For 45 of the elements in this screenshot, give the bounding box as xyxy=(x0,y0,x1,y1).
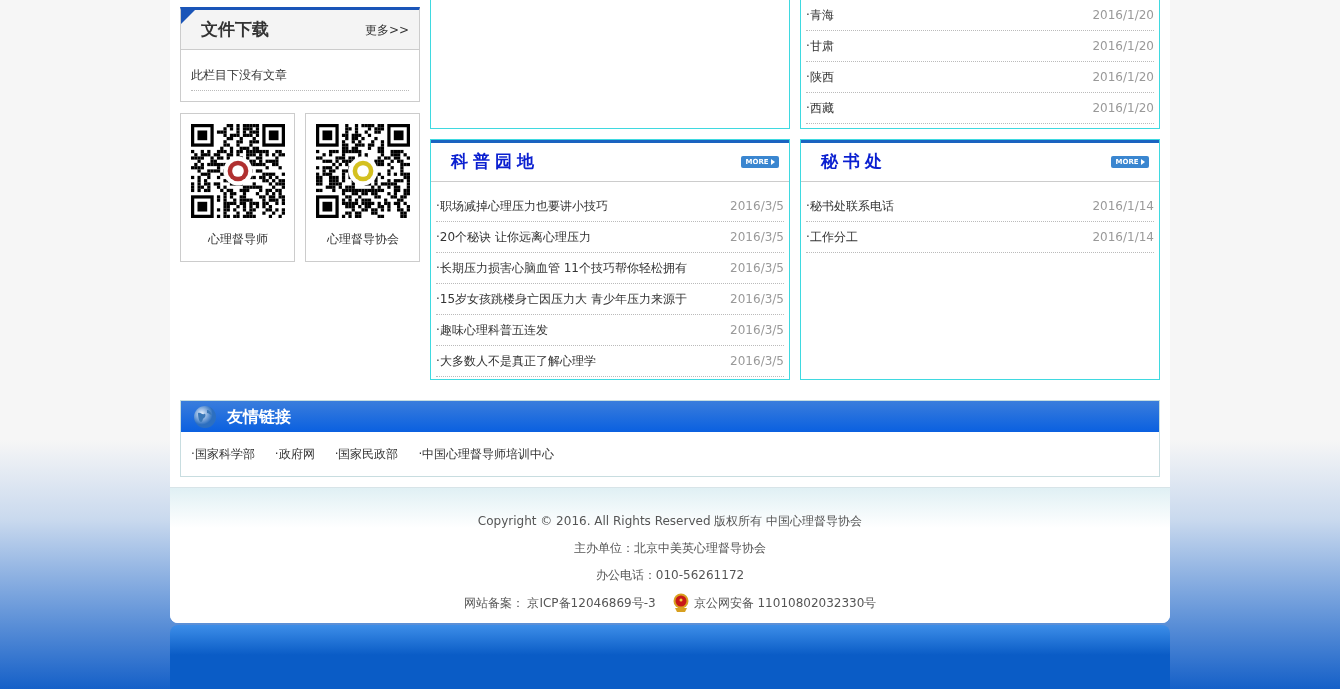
article-link[interactable]: ·甘肃 xyxy=(806,37,834,55)
article-link[interactable]: ·西藏 xyxy=(806,99,834,117)
police-record-text: 京公网安备 11010802032330号 xyxy=(693,595,877,612)
panel-title: 科普园地 xyxy=(451,150,539,174)
article-date: 2016/1/20 xyxy=(1092,38,1154,55)
article-link[interactable]: ·20个秘诀 让你远离心理压力 xyxy=(436,228,591,246)
friend-link[interactable]: ·国家科学部 xyxy=(191,445,255,463)
article-link[interactable]: ·青海 xyxy=(806,6,834,24)
phone-text: 办公电话：010-56261172 xyxy=(595,567,745,584)
sponsor-text: 主办单位：北京中美英心理督导协会 xyxy=(574,540,766,557)
article-link[interactable]: ·工作分工 xyxy=(806,228,858,246)
article-date: 2016/3/5 xyxy=(730,198,784,215)
icp-record-text: 网站备案： 京ICP备12046869号-3 xyxy=(463,595,656,612)
triangle-icon xyxy=(1141,159,1145,166)
friend-link[interactable]: ·国家民政部 xyxy=(334,445,399,463)
article-date: 2016/3/5 xyxy=(730,260,784,277)
empty-message: 此栏目下没有文章 xyxy=(191,66,409,91)
article-link[interactable]: ·职场减掉心理压力也要讲小技巧 xyxy=(436,197,608,215)
panel-title: 秘书处 xyxy=(821,150,887,174)
article-date: 2016/1/14 xyxy=(1092,198,1154,215)
article-link[interactable]: ·陕西 xyxy=(806,68,834,86)
article-date: 2016/1/14 xyxy=(1092,229,1154,246)
friend-link[interactable]: ·政府网 xyxy=(274,445,315,463)
article-link[interactable]: ·秘书处联系电话 xyxy=(806,197,894,215)
panel-title: 文件下载 xyxy=(201,17,269,41)
qr-caption: 心理督导协会 xyxy=(326,231,399,248)
copyright-text: Copyright © 2016. All Rights Reserved 版权所有 中国心理督导协会 xyxy=(477,513,863,530)
article-link[interactable]: ·长期压力损害心脑血管 11个技巧帮你轻松拥有 xyxy=(436,259,687,277)
section-title: 友情链接 xyxy=(227,405,291,428)
article-date: 2016/3/5 xyxy=(730,229,784,246)
article-date: 2016/3/5 xyxy=(730,291,784,308)
friend-link[interactable]: ·中国心理督导师培训中心 xyxy=(418,445,555,463)
article-date: 2016/1/20 xyxy=(1092,100,1154,117)
globe-icon xyxy=(193,404,217,429)
article-link[interactable]: ·大多数人不是真正了解心理学 xyxy=(436,352,596,370)
more-link[interactable]: 更多>> xyxy=(364,20,409,39)
article-date: 2016/1/20 xyxy=(1092,69,1154,86)
qr-caption: 心理督导师 xyxy=(207,231,268,248)
article-link[interactable]: ·15岁女孩跳楼身亡因压力大 青少年压力来源于 xyxy=(436,290,687,308)
emblem-icon xyxy=(671,593,690,613)
triangle-icon xyxy=(771,159,775,166)
article-link[interactable]: ·趣味心理科普五连发 xyxy=(436,321,548,339)
article-date: 2016/3/5 xyxy=(730,322,784,339)
article-date: 2016/3/5 xyxy=(730,353,784,370)
article-date: 2016/1/20 xyxy=(1092,7,1154,24)
